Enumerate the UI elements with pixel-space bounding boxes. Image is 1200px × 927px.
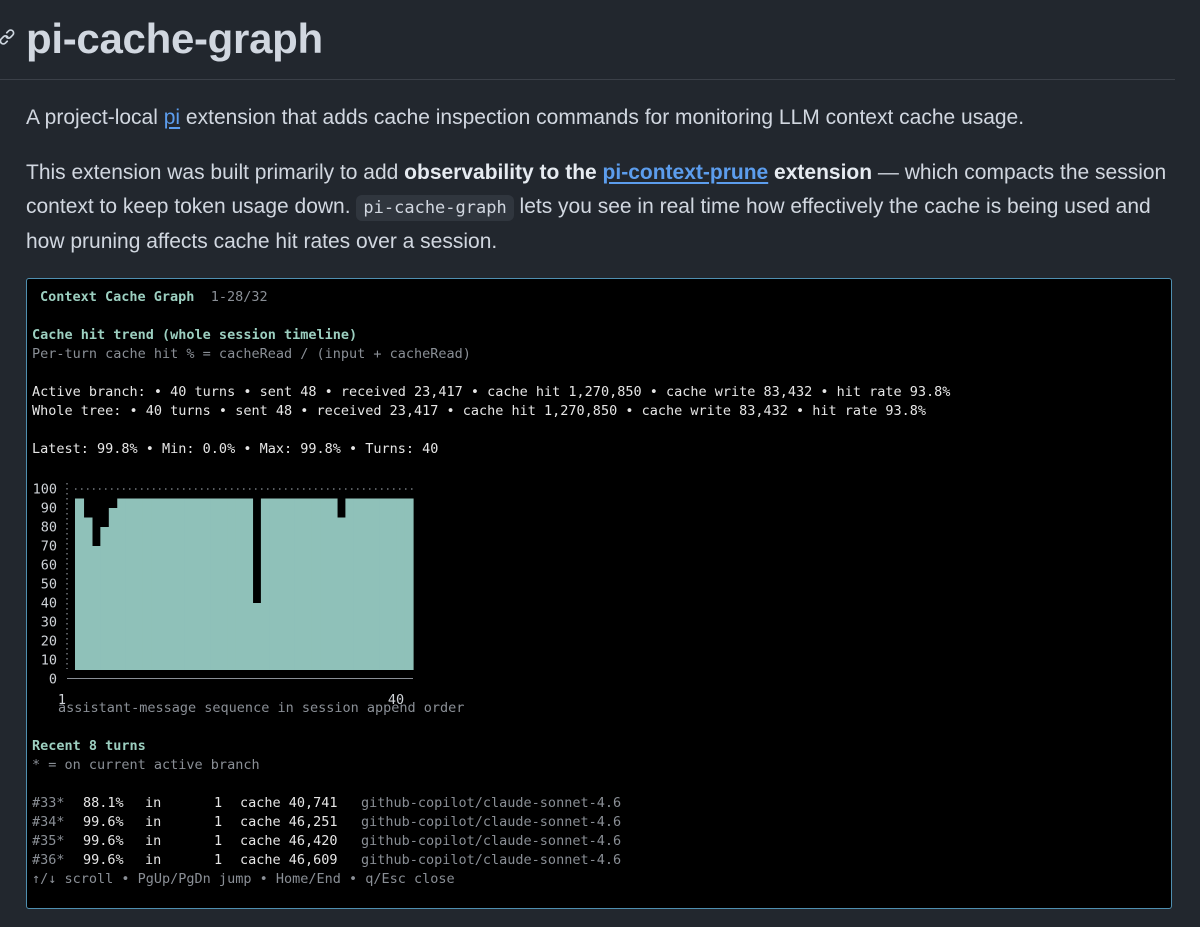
- recent-turn-dir: in: [145, 795, 162, 811]
- recent-title: Recent 8 turns: [32, 738, 146, 754]
- recent-turn-dir: in: [145, 833, 162, 849]
- chart-bar: [218, 498, 228, 670]
- chart-bar: [91, 546, 101, 670]
- recent-turn-count: 1: [214, 795, 223, 811]
- chart-bar: [227, 498, 237, 670]
- recent-turn-dir: in: [145, 814, 162, 830]
- cache-hit-chart: 10090807060504030201001 40: [33, 482, 414, 708]
- chart-bar: [303, 498, 313, 670]
- chart-bar: [336, 517, 346, 670]
- chart-bar: [193, 498, 203, 670]
- description-paragraph: This extension was built primarily to ad…: [26, 156, 1176, 259]
- y-tick-label: 50: [41, 577, 57, 593]
- desc-bold-2: extension: [768, 161, 873, 184]
- recent-turn-model: github-copilot/claude-sonnet-4.6: [361, 833, 622, 849]
- chart-bar: [108, 508, 118, 670]
- chart-bar: [100, 527, 110, 670]
- recent-turn-cache: cache 46,251: [240, 814, 338, 830]
- terminal-screenshot: Context Cache Graph 1-28/32 Cache hit tr…: [26, 278, 1172, 909]
- intro-text-1: A project-local: [26, 106, 164, 129]
- page-title: pi-cache-graph: [26, 15, 323, 62]
- keyboard-help-footer: ↑/↓ scroll • PgUp/PgDn jump • Home/End •…: [32, 871, 455, 887]
- chart-bar: [260, 498, 270, 670]
- y-tick-label: 60: [41, 558, 57, 574]
- chart-bar: [311, 498, 321, 670]
- chart-bar: [362, 498, 372, 670]
- desc-bold-1: observability to the: [404, 161, 603, 184]
- chart-bar: [269, 498, 279, 670]
- pi-link[interactable]: pi: [164, 106, 180, 129]
- y-tick-label: 90: [41, 501, 57, 517]
- recent-turn-id: #33*: [32, 795, 65, 811]
- chart-bar: [387, 498, 397, 670]
- chart-bar: [252, 603, 262, 670]
- chart-bar: [353, 498, 363, 670]
- chart-bar: [328, 498, 338, 670]
- intro-paragraph: A project-local pi extension that adds c…: [26, 101, 1176, 135]
- chart-bar: [345, 498, 355, 670]
- y-tick-label: 80: [41, 520, 57, 536]
- chart-bar: [151, 498, 161, 670]
- y-tick-label: 70: [41, 539, 57, 555]
- y-tick-label: 100: [33, 482, 57, 498]
- recent-turn-dir: in: [145, 852, 162, 868]
- chart-bar: [125, 498, 135, 670]
- recent-turn-id: #34*: [32, 814, 65, 830]
- chart-bar: [277, 498, 287, 670]
- y-tick-label: 20: [41, 634, 57, 650]
- link-anchor-icon[interactable]: [0, 28, 16, 46]
- recent-turn-pct: 99.6%: [83, 833, 124, 849]
- recent-turn-cache: cache 46,420: [240, 833, 338, 849]
- chart-bar: [176, 498, 186, 670]
- chart-bar: [134, 498, 144, 670]
- chart-bar: [320, 498, 330, 670]
- chart-bar: [201, 498, 211, 670]
- recent-turn-pct: 99.6%: [83, 814, 124, 830]
- chart-bar: [404, 498, 414, 670]
- recent-turn-cache: cache 40,741: [240, 795, 338, 811]
- intro-text-2: extension that adds cache inspection com…: [180, 106, 1025, 129]
- y-tick-label: 30: [41, 615, 57, 631]
- recent-turn-model: github-copilot/claude-sonnet-4.6: [361, 852, 622, 868]
- recent-turn-count: 1: [214, 852, 223, 868]
- chart-bar: [184, 498, 194, 670]
- recent-turn-count: 1: [214, 814, 223, 830]
- chart-bar: [244, 498, 254, 670]
- y-tick-label: 0: [49, 672, 57, 688]
- recent-turn-cache: cache 46,609: [240, 852, 338, 868]
- chart-bar: [167, 498, 177, 670]
- chart-bar: [294, 498, 304, 670]
- recent-turn-id: #36*: [32, 852, 65, 868]
- y-tick-label: 10: [41, 653, 57, 669]
- readme-heading: pi-cache-graph: [0, 0, 1175, 80]
- recent-turn-pct: 88.1%: [83, 795, 124, 811]
- recent-turn-model: github-copilot/claude-sonnet-4.6: [361, 814, 622, 830]
- chart-bar: [396, 498, 406, 670]
- inline-code: pi-cache-graph: [356, 195, 514, 221]
- chart-bar: [370, 498, 380, 670]
- recent-turn-id: #35*: [32, 833, 65, 849]
- chart-bar: [75, 498, 85, 670]
- chart-bar: [159, 498, 169, 670]
- chart-bar: [210, 498, 220, 670]
- recent-turn-count: 1: [214, 833, 223, 849]
- x-axis-label: assistant-message sequence in session ap…: [58, 700, 465, 716]
- chart-bar: [83, 517, 93, 670]
- recent-note: * = on current active branch: [32, 757, 260, 773]
- chart-bar: [142, 498, 152, 670]
- pi-context-prune-link[interactable]: pi-context-prune: [603, 161, 769, 184]
- recent-turn-model: github-copilot/claude-sonnet-4.6: [361, 795, 622, 811]
- chart-bar: [379, 498, 389, 670]
- recent-turn-pct: 99.6%: [83, 852, 124, 868]
- chart-bar: [286, 498, 296, 670]
- desc-text-1: This extension was built primarily to ad…: [26, 161, 405, 184]
- chart-bar: [117, 498, 127, 670]
- chart-bar: [235, 498, 245, 670]
- y-tick-label: 40: [41, 596, 57, 612]
